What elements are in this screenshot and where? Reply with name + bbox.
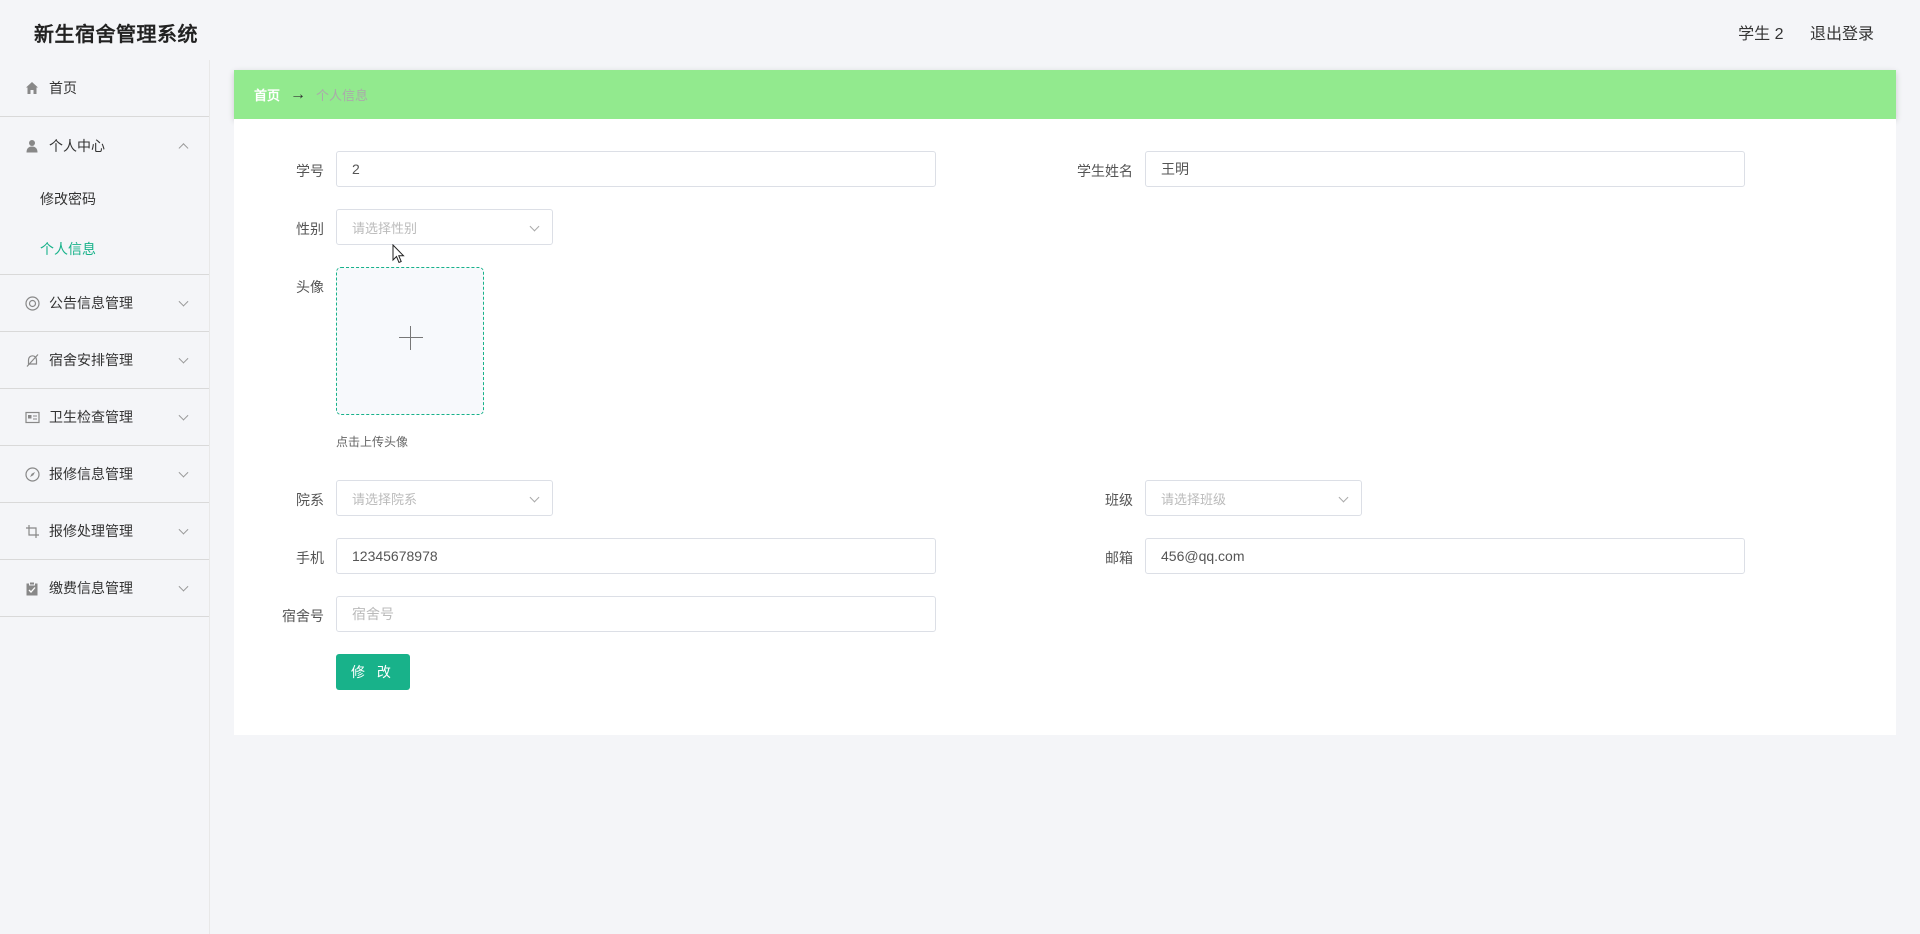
breadcrumb-current: 个人信息 [316, 88, 369, 103]
sidebar-item-hygiene-check[interactable]: 卫生检查管理 [0, 389, 209, 446]
sidebar-item-repair-info[interactable]: 报修信息管理 [0, 446, 209, 503]
sidebar-item-repair-process[interactable]: 报修处理管理 [0, 503, 209, 560]
lifebuoy-icon [24, 295, 40, 311]
breadcrumb: 首页 → 个人信息 [234, 70, 1896, 119]
class-placeholder: 请选择班级 [1161, 491, 1227, 507]
breadcrumb-home-link[interactable]: 首页 [254, 85, 280, 104]
chevron-down-icon [529, 221, 540, 232]
sidebar-item-label: 报修处理管理 [49, 523, 133, 539]
chevron-down-icon [529, 492, 540, 503]
sidebar-item-label: 首页 [49, 80, 77, 96]
sidebar-item-payment[interactable]: 缴费信息管理 [0, 560, 209, 617]
student-no-label: 学号 [296, 163, 324, 179]
department-label: 院系 [296, 492, 324, 508]
mouse-cursor-icon [392, 243, 406, 269]
avatar-label: 头像 [296, 279, 324, 295]
email-input[interactable]: 456@qq.com [1145, 538, 1745, 574]
chevron-down-icon [1338, 492, 1349, 503]
user-area: 学生 2 退出登录 [1716, 20, 1874, 44]
student-name-input[interactable]: 王明 [1145, 151, 1745, 187]
breadcrumb-arrow-icon: → [290, 85, 307, 103]
phone-label: 手机 [296, 550, 324, 566]
home-icon [24, 80, 40, 96]
submenu-personal-center: 修改密码 个人信息 [0, 174, 209, 275]
email-label: 邮箱 [1105, 550, 1133, 566]
compass-icon [24, 466, 40, 482]
crop-icon [24, 523, 40, 539]
chevron-down-icon [178, 581, 189, 592]
student-name-label: 学生姓名 [1077, 163, 1133, 179]
gender-placeholder: 请选择性别 [352, 220, 418, 236]
chevron-down-icon [178, 467, 189, 478]
department-select[interactable]: 请选择院系 [336, 480, 553, 516]
dorm-no-input[interactable]: 宿舍号 [336, 596, 936, 632]
department-placeholder: 请选择院系 [352, 491, 418, 507]
chevron-down-icon [178, 353, 189, 364]
current-user-label[interactable]: 学生 2 [1738, 26, 1783, 43]
avatar-upload-hint: 点击上传头像 [336, 435, 409, 449]
class-label: 班级 [1105, 492, 1133, 508]
sidebar-item-label: 个人中心 [49, 137, 105, 154]
gender-label: 性别 [296, 221, 324, 237]
sidebar-item-change-password[interactable]: 修改密码 [0, 174, 209, 224]
sidebar-item-personal-info[interactable]: 个人信息 [0, 224, 209, 274]
chevron-down-icon [178, 524, 189, 535]
sidebar-item-announcement[interactable]: 公告信息管理 [0, 275, 209, 332]
logout-link[interactable]: 退出登录 [1810, 26, 1874, 43]
sidebar-item-personal-center[interactable]: 个人中心 [0, 117, 209, 174]
sidebar-item-label: 报修信息管理 [49, 466, 133, 482]
avatar-upload[interactable] [336, 267, 484, 415]
class-select[interactable]: 请选择班级 [1145, 480, 1362, 516]
sidebar-item-label: 卫生检查管理 [49, 409, 133, 425]
sidebar-item-label: 缴费信息管理 [49, 580, 133, 596]
top-header: 新生宿舍管理系统 学生 2 退出登录 [0, 0, 1920, 60]
sidebar-item-label: 公告信息管理 [49, 295, 133, 311]
sidebar-item-home[interactable]: 首页 [0, 60, 209, 117]
student-no-input[interactable]: 2 [336, 151, 936, 187]
personal-info-form: 学号 2 学生姓名 王明 性别 请选择性别 头像 点击上传头像 院系 请选择院系… [234, 119, 1896, 735]
chevron-up-icon [178, 142, 189, 153]
sidebar-menu: 首页 个人中心 修改密码 个人信息 公告信息管理 宿舍安排管理 卫生检查管理 报… [0, 60, 210, 934]
clipboard-icon [24, 580, 40, 596]
chevron-down-icon [178, 296, 189, 307]
sidebar-item-label: 宿舍安排管理 [49, 352, 133, 368]
id-card-icon [24, 409, 40, 425]
gender-select[interactable]: 请选择性别 [336, 209, 553, 245]
user-icon [24, 138, 40, 154]
sidebar-item-dorm-arrangement[interactable]: 宿舍安排管理 [0, 332, 209, 389]
app-title: 新生宿舍管理系统 [34, 24, 198, 46]
modify-button[interactable]: 修 改 [336, 654, 410, 690]
phone-input[interactable]: 12345678978 [336, 538, 936, 574]
chevron-down-icon [178, 410, 189, 421]
dorm-no-label: 宿舍号 [282, 608, 324, 624]
bell-off-icon [24, 352, 40, 368]
